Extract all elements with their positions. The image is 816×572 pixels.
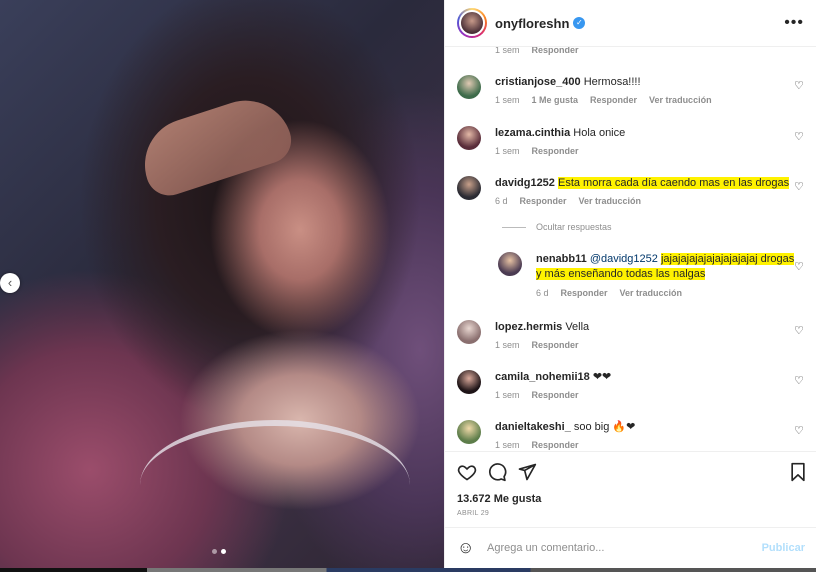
avatar[interactable] [457,370,481,394]
comment-username[interactable]: cristianjose_400 [495,76,581,88]
comment-text: Vella [565,321,590,333]
comment-time: 1 sem [495,47,520,55]
comment-text: Hermosa!!!! [583,76,641,88]
heart-icon[interactable]: ♡ [794,262,804,273]
heart-icon[interactable]: ♡ [794,182,804,193]
avatar[interactable] [457,420,481,444]
mention-link[interactable]: @davidg1252 [590,253,658,265]
translate-button[interactable]: Ver traducción [649,95,712,105]
post-date: ABRIL 29 [457,510,490,517]
post-header: onyfloreshn ✓ ••• [445,0,816,47]
share-icon[interactable] [517,462,537,482]
comment-time: 6 d [536,288,549,298]
post-username[interactable]: onyfloreshn [495,16,569,31]
avatar[interactable] [457,75,481,99]
carousel-dot [212,549,217,554]
comment-username[interactable]: lopez.hermis [495,321,562,333]
image-detail [140,420,410,550]
bottom-strip [0,568,816,572]
emoji-icon[interactable]: ☺ [457,538,477,558]
comment-icon[interactable] [487,462,507,482]
heart-icon[interactable]: ♡ [794,132,804,143]
verified-icon: ✓ [573,17,586,29]
heart-icon[interactable]: ♡ [794,376,804,387]
post-image[interactable]: ‹ [0,0,444,572]
avatar[interactable] [457,8,487,38]
like-count[interactable]: 13.672 Me gusta [457,493,541,505]
comment-time: 1 sem [495,340,520,350]
comment-time: 1 sem [495,95,520,105]
reply-button[interactable]: Responder [520,196,567,206]
carousel-dot-active [221,549,226,554]
divider [502,226,526,228]
reply-button[interactable]: Responder [532,47,579,55]
comment-input[interactable] [487,542,762,554]
publish-button[interactable]: Publicar [762,542,805,554]
reply-button[interactable]: Responder [532,390,579,400]
comment-text: ❤❤ [592,371,612,383]
comment-time: 1 sem [495,146,520,156]
avatar[interactable] [457,176,481,200]
avatar[interactable] [457,126,481,150]
comment-text: soo big 🔥❤ [573,421,636,433]
comment-list[interactable]: 1 sem Responder cristianjose_400 Hermosa… [445,47,816,451]
comment-likes[interactable]: 1 Me gusta [532,95,579,105]
heart-icon[interactable]: ♡ [794,81,804,92]
comment-text: Hola onice [573,127,626,139]
heart-icon[interactable]: ♡ [794,326,804,337]
avatar[interactable] [457,320,481,344]
translate-button[interactable]: Ver traducción [620,288,683,298]
more-icon[interactable]: ••• [784,14,804,32]
reply-button[interactable]: Responder [590,95,637,105]
hide-replies-button[interactable]: Ocultar respuestas [502,222,612,232]
carousel-dots [212,549,226,554]
chevron-left-icon[interactable]: ‹ [0,273,20,293]
comment-text: jajajajajajajajajajajaj drogas [660,253,795,265]
add-comment-bar: ☺ Publicar [445,527,816,568]
bookmark-icon[interactable] [789,462,807,482]
post-panel: onyfloreshn ✓ ••• 1 sem Responder cristi… [444,0,816,568]
reply-button[interactable]: Responder [532,440,579,450]
reply-button[interactable]: Responder [532,146,579,156]
comment-time: 1 sem [495,390,520,400]
comment-time: 6 d [495,196,508,206]
comment-time: 1 sem [495,440,520,450]
image-detail [132,88,298,202]
heart-icon[interactable]: ♡ [794,426,804,437]
comment-text: y más enseñando todas las nalgas [536,268,706,280]
comment-username[interactable]: davidg1252 [495,177,555,189]
comment-username[interactable]: nenabb11 [536,253,587,265]
translate-button[interactable]: Ver traducción [579,196,642,206]
comment-username[interactable]: camila_nohemii18 [495,371,590,383]
comment-username[interactable]: danieltakeshi_ [495,421,571,433]
hide-replies-label: Ocultar respuestas [536,222,612,232]
comment-username[interactable]: lezama.cinthia [495,127,570,139]
post-actions: 13.672 Me gusta ABRIL 29 [445,451,816,527]
reply-button[interactable]: Responder [561,288,608,298]
avatar[interactable] [498,252,522,276]
heart-icon[interactable] [457,462,477,482]
comment-text: Esta morra cada día caendo mas en las dr… [557,177,790,189]
reply-button[interactable]: Responder [532,340,579,350]
